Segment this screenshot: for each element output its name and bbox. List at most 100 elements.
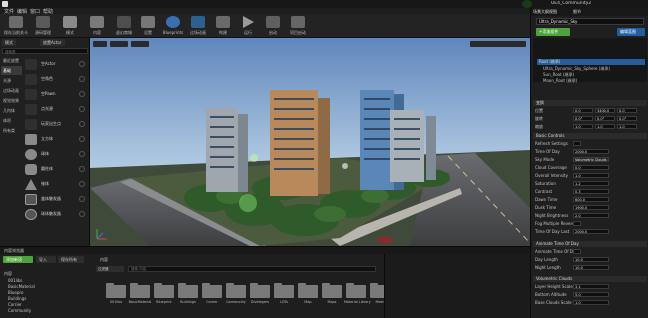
level-viewport[interactable] — [90, 38, 530, 246]
section-volumetric-clouds[interactable]: Volumetric Clouds — [533, 276, 647, 282]
place-item-player-start[interactable]: 玩家出生点 — [24, 118, 88, 131]
tree-item[interactable]: Bluepro — [8, 290, 23, 295]
animate-checkbox[interactable] — [573, 249, 581, 254]
section-basic-controls[interactable]: Basic Controls — [533, 133, 647, 139]
category-geometry[interactable]: 几何体 — [1, 106, 22, 115]
tree-item[interactable]: Buildings — [8, 296, 26, 301]
place-item-cone[interactable]: 锥体 — [24, 178, 88, 191]
location-y-field[interactable]: 3400.0 — [595, 108, 615, 113]
folder-item[interactable]: Carrier — [200, 283, 224, 315]
modes-button[interactable]: 模式 — [57, 16, 83, 37]
component-root[interactable]: Root (继承) — [537, 59, 645, 65]
folder-item[interactable]: LDTs — [272, 283, 296, 315]
category-basic[interactable]: 基础 — [1, 66, 22, 75]
tree-item[interactable]: 001libs — [8, 278, 22, 283]
marketplace-button[interactable]: 虚幻商城 — [111, 16, 137, 37]
edit-blueprint-button[interactable]: 编辑蓝图 — [617, 28, 645, 36]
place-item-point-light[interactable]: 点光源 — [24, 103, 88, 116]
info-icon[interactable] — [79, 76, 85, 82]
viewport-options-button[interactable] — [93, 41, 107, 47]
info-icon[interactable] — [79, 136, 85, 142]
info-icon[interactable] — [79, 196, 85, 202]
refresh-checkbox[interactable] — [573, 141, 581, 146]
build-button[interactable]: 构建 — [210, 16, 236, 37]
info-icon[interactable] — [79, 211, 85, 217]
place-item-cube[interactable]: 立方体 — [24, 133, 88, 146]
dusk-time-field[interactable]: 1900.0 — [573, 205, 609, 210]
tree-item[interactable]: BasicMaterial — [8, 284, 35, 289]
place-item-box-trigger[interactable]: 盒体触发器 — [24, 193, 88, 206]
folder-item[interactable]: Buildings — [176, 283, 200, 315]
info-icon[interactable] — [79, 91, 85, 97]
place-item-empty-character[interactable]: 空角色 — [24, 73, 88, 86]
info-icon[interactable] — [79, 166, 85, 172]
tab-modes[interactable]: 模式 — [2, 39, 16, 46]
rotation-z-field[interactable]: 0.0° — [617, 116, 637, 121]
location-z-field[interactable]: 0.0 — [617, 108, 637, 113]
tab-content-browser[interactable]: 内容浏览器 — [4, 248, 24, 254]
time-of-day-field[interactable]: 2000.0 — [573, 149, 609, 154]
rotation-y-field[interactable]: 0.0° — [595, 116, 615, 121]
category-visual-effects[interactable]: 视觉效果 — [1, 96, 22, 105]
place-item-cylinder[interactable]: 圆柱体 — [24, 163, 88, 176]
scale-z-field[interactable]: 1.0 — [617, 124, 637, 129]
dawn-time-field[interactable]: 600.0 — [573, 197, 609, 202]
viewport-snap-controls[interactable] — [470, 41, 526, 47]
tree-item[interactable]: Community — [8, 308, 31, 313]
location-x-field[interactable]: 0.0 — [573, 108, 593, 113]
category-lights[interactable]: 光源 — [1, 76, 22, 85]
rotation-x-field[interactable]: 0.0° — [573, 116, 593, 121]
category-all-classes[interactable]: 所有类 — [1, 126, 22, 135]
import-button[interactable]: 导入 — [36, 256, 56, 263]
folder-item[interactable]: Blueprint — [152, 283, 176, 315]
info-icon[interactable] — [79, 61, 85, 67]
tab-place-actor[interactable]: 放置Actor — [40, 39, 65, 46]
place-item-empty-pawn[interactable]: 空Pawn — [24, 88, 88, 101]
actor-name-input[interactable]: Ultra_Dynamic_Sky — [536, 18, 644, 25]
bottom-altitude-field[interactable]: 5.0 — [573, 292, 609, 297]
launch-button[interactable]: 启动 — [260, 16, 286, 37]
folder-item[interactable]: Map — [296, 283, 320, 315]
info-icon[interactable] — [79, 121, 85, 127]
section-transform[interactable]: 变换 — [533, 100, 647, 106]
folder-item[interactable]: Maps — [320, 283, 344, 315]
folder-item[interactable]: Dividegers — [248, 283, 272, 315]
sky-mode-dropdown[interactable]: Volumetric Clouds — [573, 157, 609, 162]
night-brightness-field[interactable]: 2.0 — [573, 213, 609, 218]
info-icon[interactable] — [79, 181, 85, 187]
info-icon[interactable] — [79, 106, 85, 112]
save-all-button[interactable]: 保存所有 — [58, 256, 84, 263]
place-item-sphere[interactable]: 球体 — [24, 148, 88, 161]
scale-x-field[interactable]: 1.0 — [573, 124, 593, 129]
source-control-button[interactable]: 源码管理 — [30, 16, 56, 37]
tree-item[interactable]: 内容 — [4, 271, 12, 277]
place-item-empty-actor[interactable]: 空Actor — [24, 58, 88, 71]
time-of-day-last-field[interactable]: 2000.0 — [573, 229, 609, 234]
project-launch-button[interactable]: 项目启动 — [285, 16, 311, 37]
category-cinematic[interactable]: 过场动画 — [1, 86, 22, 95]
saturation-field[interactable]: 1.2 — [573, 181, 609, 186]
category-recent[interactable]: 最近放置 — [1, 56, 22, 65]
component-moon-root[interactable]: Moon_Root (继承) — [543, 78, 577, 84]
settings-button[interactable]: 设置 — [135, 16, 161, 37]
fog-reverse-checkbox[interactable] — [573, 221, 581, 226]
content-search-input[interactable]: 搜索 内容 — [128, 266, 376, 272]
add-component-button[interactable]: +添加组件 — [536, 28, 570, 36]
category-volumes[interactable]: 体积 — [1, 116, 22, 125]
contrast-field[interactable]: 0.3 — [573, 189, 609, 194]
overall-intensity-field[interactable]: 1.0 — [573, 173, 609, 178]
day-length-field[interactable]: 10.0 — [573, 257, 609, 262]
class-search-input[interactable]: 搜索类 — [2, 48, 88, 54]
cloud-coverage-field[interactable]: 0.0 — [573, 165, 609, 170]
filter-button[interactable]: 过滤器 — [96, 266, 124, 272]
perspective-button[interactable] — [110, 41, 128, 47]
tab-details[interactable]: 细节 — [573, 9, 581, 15]
folder-item[interactable]: BasicMaterial — [128, 283, 152, 315]
folder-item[interactable]: Community — [224, 283, 248, 315]
folder-item[interactable]: 001libs — [104, 283, 128, 315]
folder-item[interactable]: Material Library — [344, 283, 371, 315]
info-icon[interactable] — [79, 151, 85, 157]
tree-item[interactable]: Carrier — [8, 302, 22, 307]
place-item-sphere-trigger[interactable]: 球体触发器 — [24, 208, 88, 221]
section-animate-time[interactable]: Animate Time Of Day — [533, 241, 647, 247]
